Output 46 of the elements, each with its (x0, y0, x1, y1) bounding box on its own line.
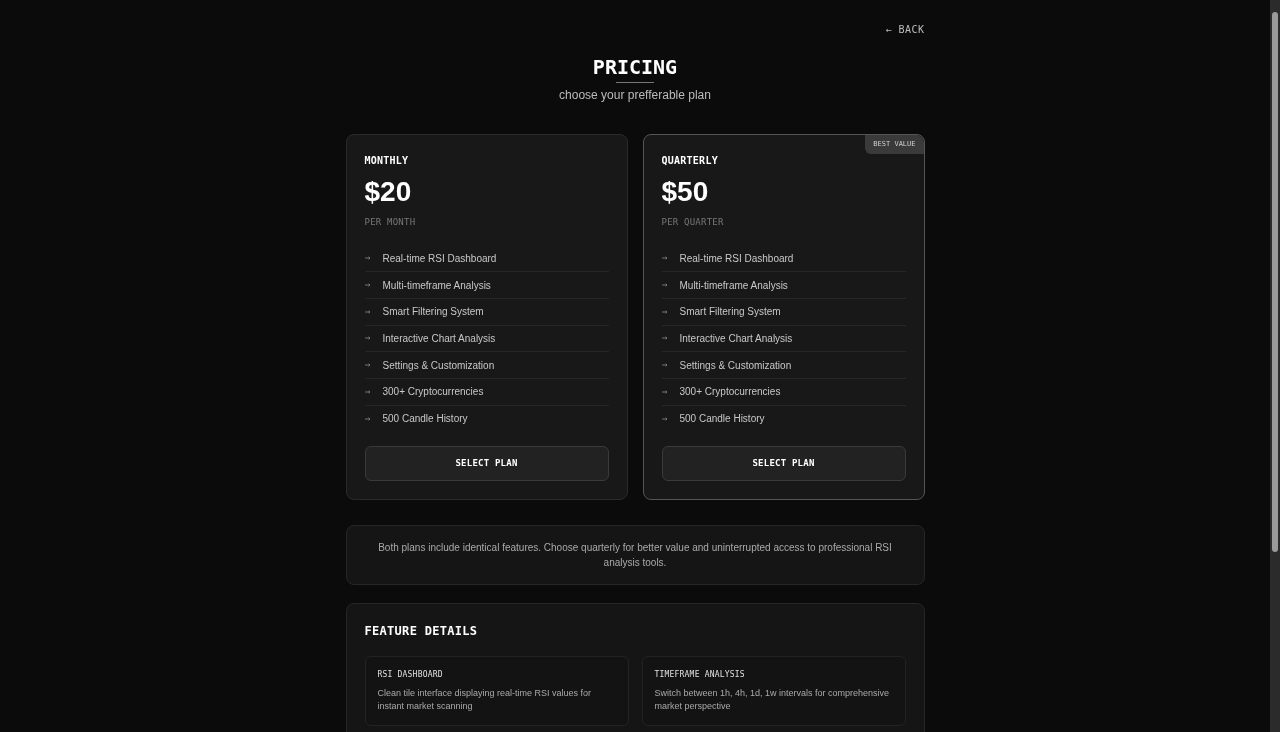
feature-text: Multi-timeframe Analysis (382, 278, 491, 293)
arrow-icon (661, 416, 668, 421)
page-subtitle: choose your prefferable plan (559, 87, 711, 104)
feature-text: Settings & Customization (382, 358, 495, 373)
back-link[interactable]: ← BACK (885, 22, 925, 37)
feature-text: Smart Filtering System (679, 305, 781, 320)
arrow-icon (364, 309, 371, 314)
feature-text: Interactive Chart Analysis (382, 331, 496, 346)
arrow-icon (661, 363, 668, 368)
arrow-icon (364, 256, 371, 261)
arrow-icon (364, 363, 371, 368)
arrow-icon (661, 389, 668, 394)
feature-detail-title: TIMEFRAME ANALYSIS (654, 669, 746, 682)
feature-text: 300+ Cryptocurrencies (382, 385, 484, 400)
note-text: Both plans include identical features. Choose quarterly for better value and uninterrupted access to professional RSI analysis tools. (377, 541, 893, 571)
feature-detail-text: Switch between 1h, 4h, 1d, 1w intervals for comprehensive market perspective (654, 687, 891, 714)
select-plan-button[interactable]: SELECT PLAN (661, 446, 906, 482)
arrow-icon (364, 283, 371, 288)
plan-price: $50 (661, 176, 710, 208)
plan-period: PER QUARTER (661, 216, 725, 229)
feature-text: Settings & Customization (679, 358, 792, 373)
arrow-icon (364, 389, 371, 394)
section-title: FEATURE DETAILS (364, 623, 479, 641)
feature-detail-text: Clean tile interface displaying real-time RSI values for instant market scanning (377, 687, 593, 714)
feature-text: Real-time RSI Dashboard (679, 251, 794, 266)
feature-text: Smart Filtering System (382, 305, 484, 320)
page-title: PRICING (592, 55, 678, 79)
arrow-icon (364, 416, 371, 421)
select-plan-button[interactable]: SELECT PLAN (364, 446, 609, 482)
feature-text: Real-time RSI Dashboard (382, 251, 497, 266)
plan-price: $20 (364, 176, 413, 208)
plan-name: MONTHLY (364, 154, 410, 168)
arrow-icon (661, 256, 668, 261)
feature-text: 500 Candle History (679, 412, 765, 427)
arrow-icon (364, 336, 371, 341)
plan-name: QUARTERLY (661, 154, 719, 168)
feature-detail-title: RSI DASHBOARD (377, 669, 444, 682)
arrow-icon (661, 336, 668, 341)
feature-text: Multi-timeframe Analysis (679, 278, 788, 293)
plan-period: PER MONTH (364, 216, 417, 229)
feature-text: Interactive Chart Analysis (679, 331, 793, 346)
feature-text: 300+ Cryptocurrencies (679, 385, 781, 400)
arrow-icon (661, 309, 668, 314)
scrollbar[interactable] (1270, 0, 1280, 732)
feature-text: 500 Candle History (382, 412, 468, 427)
arrow-icon (661, 283, 668, 288)
